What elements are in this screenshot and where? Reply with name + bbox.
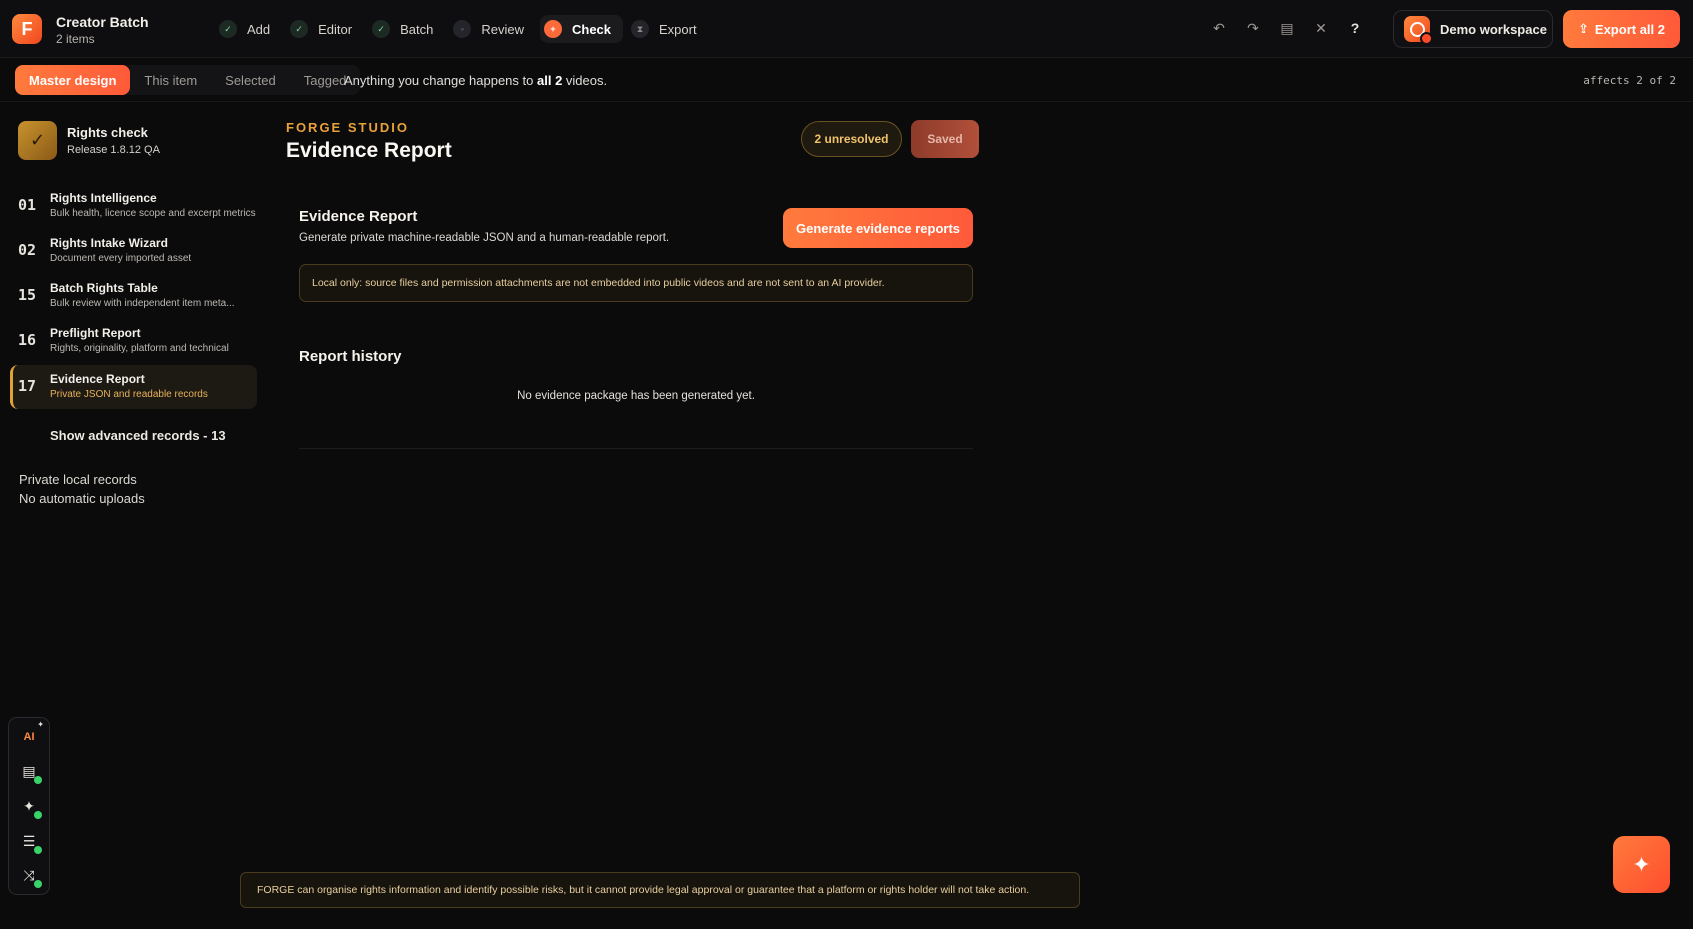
sidebar-section-title: Rights check [67,125,148,140]
report-history-empty-state: No evidence package has been generated y… [517,390,755,402]
workspace-button[interactable]: Demo workspace [1393,10,1553,48]
step-editor[interactable]: ✓ Editor [286,15,364,43]
sparkle-icon: ✦ [37,720,44,729]
ai-assistant-button[interactable]: AI ✦ [18,720,45,748]
app-logo[interactable]: F [12,14,42,44]
review-icon: ◦ [453,20,472,38]
batch-item-count: 2 items [56,32,95,46]
export-label: Export all 2 [1594,21,1665,37]
batch-title: Creator Batch [56,14,149,30]
legal-disclaimer: FORGE can organise rights information an… [240,872,1080,908]
layout-icon[interactable]: ▤ [1278,19,1296,37]
checkmark-icon: ✓ [18,121,57,160]
chat-icon[interactable]: ▤ [18,760,42,784]
sidebar-item-description: Rights, originality, platform and techni… [50,343,229,354]
sidebar-item-description: Private JSON and readable records [50,389,208,400]
sidebar-item-label: Rights Intake Wizard [50,236,168,250]
undo-icon[interactable]: ↶ [1210,19,1228,37]
report-history-title: Report history [299,348,402,365]
ai-dock: AI ✦ ▤ ✦ ☰ ⤨ [8,717,50,895]
sidebar-item-number: 01 [18,196,37,214]
workspace-label: Demo workspace [1440,21,1547,37]
step-export[interactable]: ⧗ Export [627,15,709,43]
check-icon: ✓ [372,20,391,38]
step-label: Review [481,21,524,37]
step-add[interactable]: ✓ Add [215,15,282,43]
sidebar-item-label: Rights Intelligence [50,191,157,205]
redo-icon[interactable]: ↷ [1244,19,1262,37]
sidebar-item-batch-rights-table[interactable]: 15 Batch Rights Table Bulk review with i… [10,274,257,318]
sidebar-item-description: Bulk review with independent item meta..… [50,298,235,309]
workspace-avatar-icon [1404,16,1433,45]
status-dot [34,880,42,888]
sidebar-item-label: Evidence Report [50,372,145,386]
shuffle-icon[interactable]: ⤨ [18,864,42,888]
scope-message-prefix: Anything you change happens to [344,73,534,88]
sidebar-item-number: 15 [18,286,37,304]
sidebar-item-number: 02 [18,241,37,259]
sidebar-item-description: Bulk health, licence scope and excerpt m… [50,208,256,219]
status-dot [34,776,42,784]
brand-kicker: FORGE STUDIO [286,120,409,135]
sidebar-item-description: Document every imported asset [50,253,192,264]
scope-tab-selected[interactable]: Selected [211,65,290,95]
check-icon: ✓ [290,20,309,38]
unresolved-badge[interactable]: 2 unresolved [801,121,902,157]
step-label: Add [247,21,271,37]
export-icon: ⇪ [1578,21,1589,36]
sparkle-fab-button[interactable]: ✦ [1613,836,1670,893]
sidebar-item-number: 16 [18,331,37,349]
check-icon: ✓ [219,20,237,38]
affects-count: affects 2 of 2 [1583,74,1676,87]
step-review[interactable]: ◦ Review [449,15,536,43]
step-batch[interactable]: ✓ Batch [368,15,445,43]
local-only-notice: Local only: source files and permission … [299,264,973,302]
help-icon[interactable]: ? [1346,19,1364,37]
section-title: Evidence Report [299,208,418,225]
sidebar-item-label: Preflight Report [50,326,141,340]
sliders-icon[interactable]: ☰ [18,830,42,854]
status-dot [34,846,42,854]
divider [299,448,973,449]
scope-bar: Master design This item Selected Tagged … [0,58,1693,102]
sidebar-section-subtitle: Release 1.8.12 QA [67,144,160,156]
scope-tab-this-item[interactable]: This item [130,65,211,95]
section-description: Generate private machine-readable JSON a… [299,232,670,244]
export-all-button[interactable]: ⇪ Export all 2 [1563,10,1680,48]
close-icon[interactable]: ✕ [1312,19,1330,37]
generate-evidence-reports-button[interactable]: Generate evidence reports [783,208,973,248]
plus-icon: + [543,20,562,38]
page-title: Evidence Report [286,139,452,162]
sparkle-icon[interactable]: ✦ [18,795,42,819]
sidebar-item-number: 17 [18,377,37,395]
step-label: Editor [318,21,353,37]
ai-label: AI [23,731,35,743]
privacy-note-line2: No automatic uploads [19,491,145,506]
scope-message: Anything you change happens to all 2 vid… [344,73,607,88]
scope-tabs: Master design This item Selected Tagged [15,65,361,95]
sidebar-item-evidence-report[interactable]: 17 Evidence Report Private JSON and read… [10,365,257,409]
saved-button[interactable]: Saved [911,120,979,158]
step-label: Check [571,21,612,37]
sidebar-item-preflight-report[interactable]: 16 Preflight Report Rights, originality,… [10,319,257,363]
privacy-note-line1: Private local records [19,472,137,487]
step-check[interactable]: + Check [539,15,624,43]
workflow-steps: ✓ Add ✓ Editor ✓ Batch ◦ Review + Check … [215,15,709,43]
sparkle-icon: ✦ [1632,851,1651,877]
scope-message-suffix: videos. [565,73,608,88]
sidebar-item-label: Batch Rights Table [50,281,158,295]
scope-tab-master-design[interactable]: Master design [15,65,131,95]
top-bar: F Creator Batch 2 items ✓ Add ✓ Editor ✓… [0,0,1693,58]
scope-message-count: all 2 [537,73,563,88]
step-label: Batch [400,21,434,37]
toolbar: ↶ ↷ ▤ ✕ ? [1210,19,1364,37]
step-label: Export [659,21,697,37]
hourglass-icon: ⧗ [631,20,650,38]
sidebar-item-rights-intake-wizard[interactable]: 02 Rights Intake Wizard Document every i… [10,229,257,273]
sidebar-item-rights-intelligence[interactable]: 01 Rights Intelligence Bulk health, lice… [10,184,257,228]
status-dot [34,811,42,819]
show-advanced-records-toggle[interactable]: Show advanced records - 13 [50,428,226,443]
